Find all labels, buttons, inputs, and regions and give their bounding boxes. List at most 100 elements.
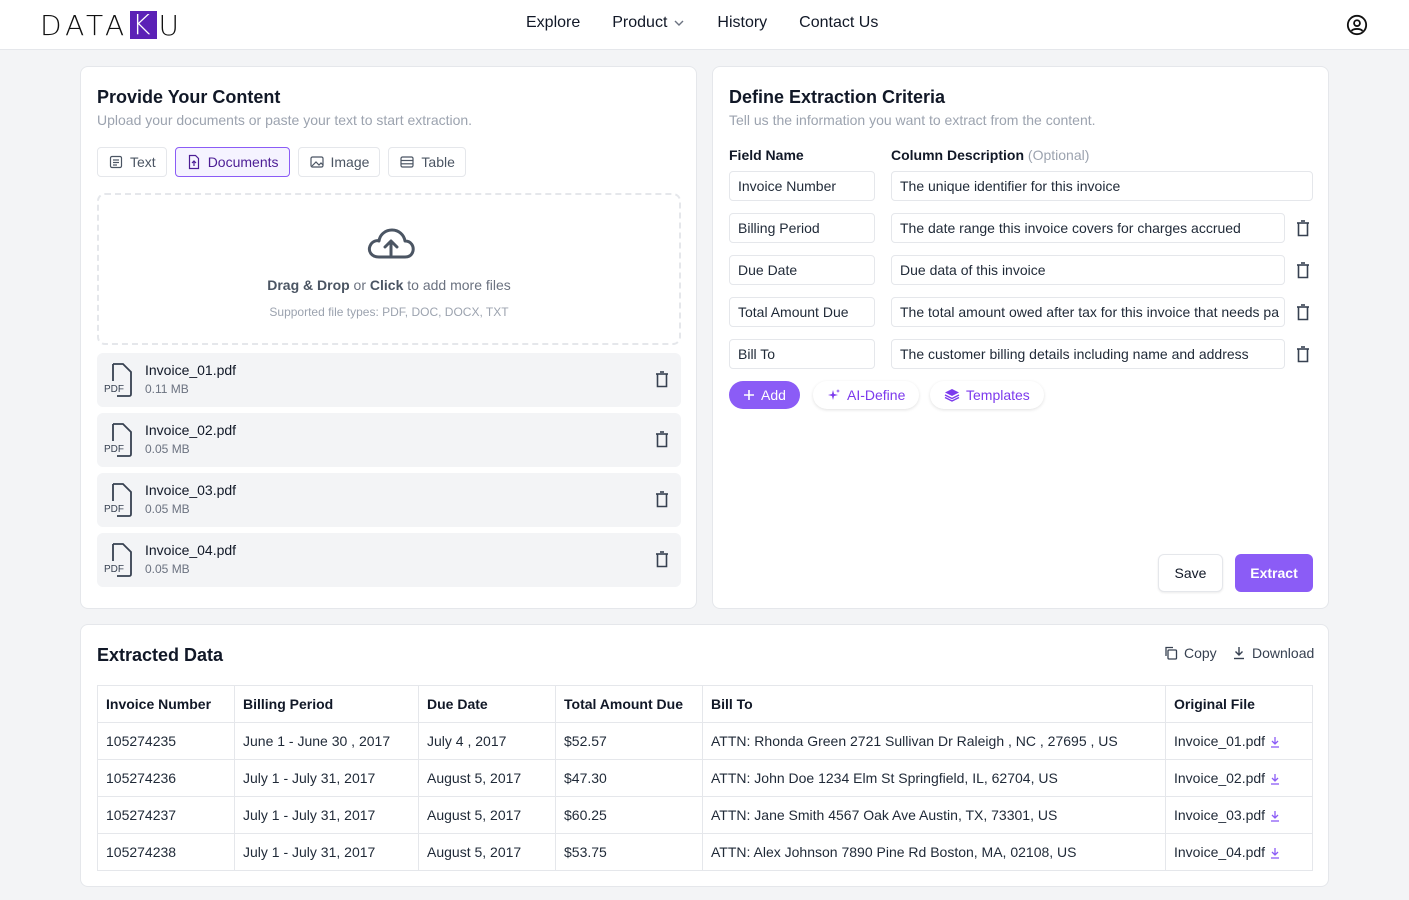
download-icon (1234, 647, 1244, 660)
tab-image-label: Image (330, 154, 370, 170)
nav-explore[interactable]: Explore (526, 14, 580, 32)
pdf-label: PDF (104, 504, 124, 515)
col-total-amount-due: Total Amount Due (555, 685, 703, 723)
field-name-input[interactable]: Total Amount Due (729, 297, 875, 327)
field-name-input[interactable]: Billing Period (729, 213, 875, 243)
column-description-input[interactable]: The total amount owed after tax for this… (891, 297, 1285, 327)
tab-text[interactable]: Text (97, 147, 167, 177)
drop-rest: to add more files (403, 277, 511, 293)
drop-bold-drag: Drag & Drop (267, 277, 350, 293)
table-row: 105274237 July 1 - July 31, 2017 August … (97, 796, 1313, 834)
file-size: 0.05 MB (145, 502, 190, 516)
download-label: Download (1252, 645, 1315, 661)
column-description-input[interactable]: The customer billing details including n… (891, 339, 1285, 369)
tab-text-label: Text (130, 154, 156, 170)
table-icon (400, 156, 415, 168)
cell-billing-period: July 1 - July 31, 2017 (234, 796, 419, 834)
drop-or: or (349, 277, 370, 293)
file-size: 0.05 MB (145, 442, 190, 456)
trash-icon[interactable] (655, 491, 669, 508)
chevron-down-icon (674, 20, 684, 26)
cell-invoice-number: 105274235 (97, 722, 235, 760)
extracted-title: Extracted Data (97, 645, 224, 665)
file-dropzone[interactable]: Drag & Drop or Click to add more files S… (97, 193, 681, 345)
content-card: Provide Your Content Upload your documen… (80, 66, 697, 609)
trash-icon[interactable] (1296, 346, 1310, 363)
tab-image[interactable]: Image (297, 147, 381, 177)
download-button[interactable]: Download (1232, 645, 1314, 661)
save-button[interactable]: Save (1158, 554, 1223, 592)
trash-icon[interactable] (655, 371, 669, 388)
extract-button[interactable]: Extract (1235, 554, 1313, 592)
cell-invoice-number: 105274237 (97, 796, 235, 834)
top-nav: DATA K U Explore Product History Contact… (0, 0, 1409, 50)
original-file-name: Invoice_04.pdf (1174, 844, 1266, 860)
file-name: Invoice_04.pdf (145, 542, 237, 558)
criteria-card: Define Extraction Criteria Tell us the i… (712, 66, 1329, 609)
cell-original-file: Invoice_02.pdf (1165, 759, 1313, 797)
tab-documents[interactable]: Documents (174, 147, 290, 177)
cell-billing-period: June 1 - June 30 , 2017 (234, 722, 419, 760)
field-name-input[interactable]: Bill To (729, 339, 875, 369)
cell-original-file: Invoice_03.pdf (1165, 796, 1313, 834)
user-circle-icon[interactable] (1346, 14, 1368, 36)
download-icon[interactable] (1269, 736, 1281, 748)
cell-due-date: August 5, 2017 (418, 833, 556, 871)
tab-documents-label: Documents (207, 154, 279, 170)
nav-contact[interactable]: Contact Us (799, 14, 878, 32)
trash-icon[interactable] (1296, 304, 1310, 321)
ai-define-button[interactable]: AI-Define (813, 381, 920, 409)
logo-text-pre: DATA (40, 8, 129, 42)
file-item: PDF Invoice_04.pdf 0.05 MB (97, 533, 681, 587)
criteria-title: Define Extraction Criteria (729, 87, 946, 107)
document-upload-icon (188, 154, 199, 170)
cell-invoice-number: 105274236 (97, 759, 235, 797)
original-file-name: Invoice_03.pdf (1174, 807, 1266, 823)
content-tabs: Text Documents Image Table (97, 147, 466, 177)
layers-icon (944, 389, 960, 402)
logo-text-highlight: K (130, 8, 157, 41)
col-original-file: Original File (1165, 685, 1313, 723)
trash-icon[interactable] (655, 551, 669, 568)
field-name-input[interactable]: Due Date (729, 255, 875, 285)
download-icon[interactable] (1269, 810, 1281, 822)
col-invoice-number: Invoice Number (97, 685, 235, 723)
templates-label: Templates (966, 387, 1030, 403)
column-description-input[interactable]: The date range this invoice covers for c… (891, 213, 1285, 243)
download-icon[interactable] (1269, 773, 1281, 785)
dataku-logo[interactable]: DATA K U (40, 8, 183, 42)
column-description-input[interactable]: The unique identifier for this invoice (891, 171, 1313, 201)
original-file-name: Invoice_01.pdf (1174, 733, 1266, 749)
nav-product[interactable]: Product (612, 14, 685, 32)
column-description-input[interactable]: Due data of this invoice (891, 255, 1285, 285)
add-field-button[interactable]: Add (729, 381, 800, 409)
tab-table-label: Table (421, 154, 455, 170)
trash-icon[interactable] (655, 431, 669, 448)
trash-icon[interactable] (1296, 262, 1310, 279)
copy-icon (1165, 646, 1178, 660)
nav-product-label: Product (612, 14, 668, 31)
pdf-label: PDF (104, 444, 124, 455)
cell-total-amount: $60.25 (555, 796, 703, 834)
cell-billing-period: July 1 - July 31, 2017 (234, 759, 419, 797)
table-row: 105274236 July 1 - July 31, 2017 August … (97, 759, 1313, 797)
cell-bill-to: ATTN: John Doe 1234 Elm St Springfield, … (702, 759, 1166, 797)
cell-due-date: July 4 , 2017 (418, 722, 556, 760)
nav-history[interactable]: History (717, 14, 767, 32)
trash-icon[interactable] (1296, 220, 1310, 237)
file-name: Invoice_01.pdf (145, 362, 237, 378)
pdf-label: PDF (104, 564, 124, 575)
file-item: PDF Invoice_02.pdf 0.05 MB (97, 413, 681, 467)
cell-total-amount: $53.75 (555, 833, 703, 871)
field-name-input[interactable]: Invoice Number (729, 171, 875, 201)
tab-table[interactable]: Table (388, 147, 466, 177)
original-file-name: Invoice_02.pdf (1174, 770, 1266, 786)
copy-button[interactable]: Copy (1164, 645, 1217, 661)
templates-button[interactable]: Templates (930, 381, 1044, 409)
nav-links: Explore Product History Contact Us (526, 14, 878, 32)
download-icon[interactable] (1269, 847, 1281, 859)
image-icon (309, 156, 324, 168)
file-item: PDF Invoice_03.pdf 0.05 MB (97, 473, 681, 527)
cell-original-file: Invoice_04.pdf (1165, 833, 1313, 871)
col-due-date: Due Date (418, 685, 556, 723)
